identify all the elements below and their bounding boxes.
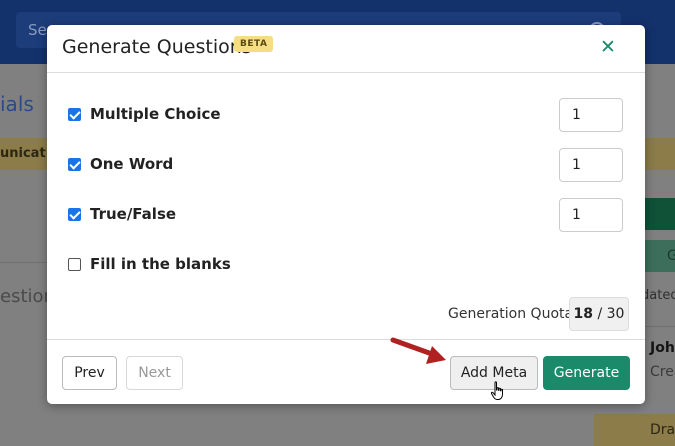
- hand-cursor-icon: [490, 381, 503, 400]
- author-name: John: [650, 340, 675, 356]
- category-badge-right: [645, 138, 675, 170]
- modal-title: Generate Questions: [62, 36, 252, 58]
- option-one-word: One Word 1: [68, 148, 623, 182]
- category-badge: unicat: [0, 138, 48, 170]
- draft-badge: Dra: [594, 414, 675, 446]
- close-icon[interactable]: ✕: [600, 38, 616, 57]
- section-heading: estion: [0, 286, 48, 307]
- option-true-false: True/False 1: [68, 198, 623, 232]
- quota-used: 18: [573, 306, 594, 322]
- one-word-label: One Word: [90, 155, 174, 173]
- option-multiple-choice: Multiple Choice 1: [68, 98, 623, 132]
- option-fill-in-the-blanks: Fill in the blanks: [68, 248, 623, 282]
- page-heading: ials: [0, 92, 34, 116]
- true-false-checkbox[interactable]: [68, 208, 81, 221]
- multiple-choice-count-input[interactable]: 1: [559, 98, 623, 132]
- true-false-count-input[interactable]: 1: [559, 198, 623, 232]
- generation-quota-value: 18 / 30: [569, 297, 629, 331]
- multiple-choice-label: Multiple Choice: [90, 105, 221, 123]
- secondary-button-bg: G: [645, 240, 675, 272]
- multiple-choice-checkbox[interactable]: [68, 108, 81, 121]
- divider: [0, 262, 48, 263]
- next-button[interactable]: Next: [126, 356, 183, 390]
- primary-button-bg: [645, 198, 675, 230]
- beta-badge: BETA: [234, 36, 274, 52]
- author-subtitle: Crea: [650, 364, 675, 380]
- one-word-count-input[interactable]: 1: [559, 148, 623, 182]
- generate-button[interactable]: Generate: [543, 356, 630, 390]
- quota-total: 30: [606, 306, 625, 322]
- quota-separator: /: [597, 306, 603, 322]
- updated-label: dated: [645, 288, 675, 303]
- annotation-arrow-icon: [390, 337, 446, 364]
- fill-in-the-blanks-label: Fill in the blanks: [90, 255, 231, 273]
- modal-footer: Prev Next Add Meta Generate: [47, 339, 645, 404]
- one-word-checkbox[interactable]: [68, 158, 81, 171]
- generation-quota-label: Generation Quota: [448, 306, 574, 322]
- generate-questions-modal: Generate Questions BETA ✕ Multiple Choic…: [47, 25, 645, 404]
- fill-in-the-blanks-checkbox[interactable]: [68, 258, 81, 271]
- prev-button[interactable]: Prev: [62, 356, 117, 390]
- modal-header: Generate Questions BETA ✕: [47, 25, 645, 73]
- author-card: [645, 326, 675, 398]
- true-false-label: True/False: [90, 205, 177, 223]
